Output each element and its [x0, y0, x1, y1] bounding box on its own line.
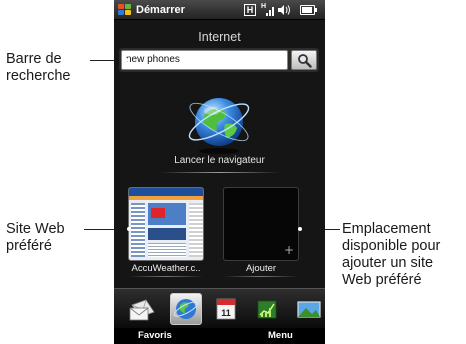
- internet-tab[interactable]: [170, 293, 202, 325]
- add-tile-divider: [223, 276, 299, 277]
- search-input[interactable]: new phones: [121, 50, 288, 70]
- phone-screen: Démarrer H H Internet new phones Lancer …: [114, 0, 325, 344]
- favorite-site-label: AccuWeather.c..: [131, 263, 201, 274]
- favorites-softkey[interactable]: Favoris: [138, 330, 172, 341]
- start-label[interactable]: Démarrer: [136, 4, 185, 16]
- plus-icon: +: [283, 243, 294, 257]
- leader-dot-empty: [298, 227, 302, 231]
- status-bar: Démarrer H H: [114, 0, 325, 20]
- add-favorite-label[interactable]: Ajouter: [223, 263, 299, 274]
- search-button[interactable]: [291, 50, 317, 70]
- callout-leader-search: [90, 60, 114, 61]
- chart-icon: [257, 300, 277, 319]
- tab-bar: 11: [114, 288, 325, 328]
- favorite-site-tile[interactable]: [128, 187, 204, 261]
- leader-dot-search: [124, 58, 128, 62]
- empty-favorite-slot[interactable]: +: [223, 187, 299, 261]
- envelope-icon: [129, 299, 155, 321]
- windows-flag-icon[interactable]: [118, 4, 131, 16]
- photos-tab[interactable]: [292, 293, 324, 325]
- callout-search-bar: Barre de recherche: [6, 51, 71, 84]
- stocks-tab[interactable]: [251, 293, 283, 325]
- battery-icon[interactable]: [300, 5, 317, 15]
- leader-dot-favorite: [127, 227, 131, 231]
- photo-icon: [297, 301, 321, 318]
- browser-divider: [159, 172, 280, 173]
- magnifier-icon: [298, 54, 312, 68]
- h-network-icon: H: [244, 4, 256, 16]
- calendar-icon: 11: [216, 298, 236, 320]
- calendar-tab[interactable]: 11: [210, 293, 242, 325]
- app-title: Internet: [198, 30, 241, 44]
- speaker-icon[interactable]: [277, 4, 291, 16]
- softkey-bar: Favoris Menu: [114, 328, 325, 344]
- globe-icon[interactable]: [179, 92, 259, 156]
- calendar-date-text: 11: [221, 308, 231, 318]
- launch-browser-label[interactable]: Lancer le navigateur: [114, 155, 325, 166]
- menu-softkey[interactable]: Menu: [268, 330, 293, 341]
- callout-empty-slot: Emplacement disponible pour ajouter un s…: [342, 221, 441, 288]
- mail-tab[interactable]: [126, 293, 158, 325]
- favorite-tile-divider: [128, 276, 204, 277]
- search-bar: new phones: [119, 48, 319, 72]
- globe-icon: [173, 299, 199, 319]
- callout-favorite-site: Site Web préféré: [6, 221, 65, 254]
- signal-icon: H: [261, 3, 275, 17]
